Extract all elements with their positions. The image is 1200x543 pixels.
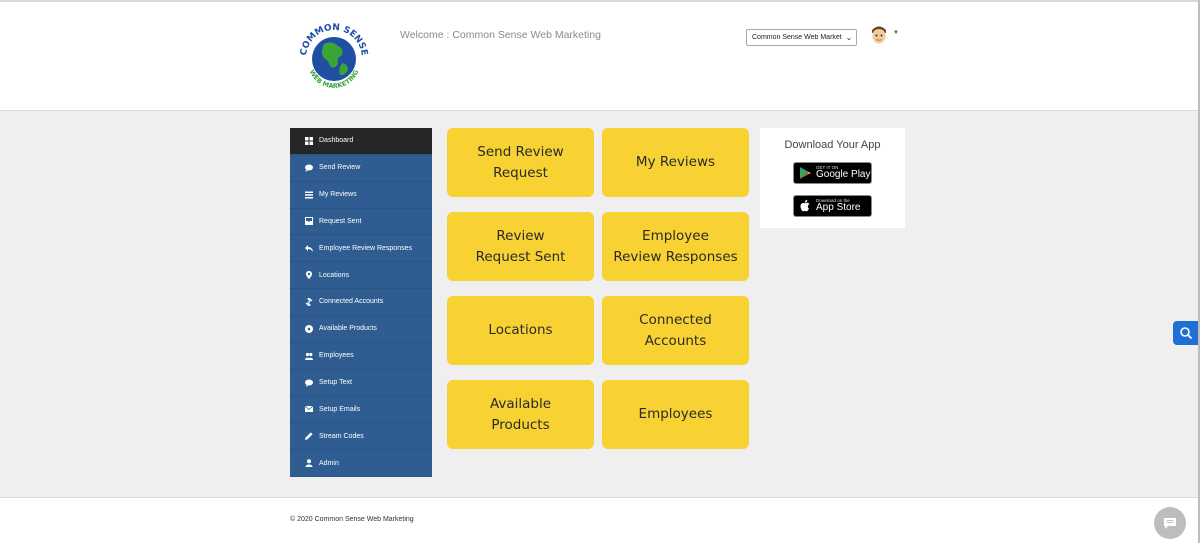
sidebar-item-label: Request Sent (319, 217, 362, 225)
copyright-text: © 2020 Common Sense Web Marketing (290, 516, 414, 523)
sidebar-item-label: Admin (319, 459, 339, 467)
sidebar-item-connected-accounts[interactable]: Connected Accounts (290, 289, 432, 316)
sidebar-item-my-reviews[interactable]: My Reviews (290, 182, 432, 209)
app-store-badge[interactable]: Download on the App Store (793, 195, 872, 217)
map-pin-icon (304, 270, 314, 280)
tile-employees[interactable]: Employees (602, 380, 749, 449)
tile-review-request-sent[interactable]: Review Request Sent (447, 212, 594, 281)
reply-icon (304, 243, 314, 253)
welcome-text: Welcome : Common Sense Web Marketing (400, 29, 601, 41)
tile-label: Connected Accounts (639, 311, 712, 349)
sidebar-item-label: Connected Accounts (319, 298, 384, 306)
sidebar-item-label: Employees (319, 352, 354, 360)
tile-connected-accounts[interactable]: Connected Accounts (602, 296, 749, 365)
sidebar-item-label: Locations (319, 271, 349, 279)
chat-button[interactable] (1154, 507, 1186, 539)
tile-employee-review-responses[interactable]: Employee Review Responses (602, 212, 749, 281)
dashboard-icon (304, 136, 314, 146)
list-icon (304, 190, 314, 200)
comment-icon (304, 378, 314, 388)
tile-label: Locations (488, 322, 553, 338)
chevron-down-icon: ⌄ (845, 33, 853, 42)
pencil-icon (304, 431, 314, 441)
sidebar-item-label: Employee Review Responses (319, 244, 412, 252)
sidebar-item-label: Setup Emails (319, 405, 361, 413)
sidebar-item-employee-review-responses[interactable]: Employee Review Responses (290, 235, 432, 263)
google-play-big: Google Play (816, 169, 871, 181)
tile-available-products[interactable]: Available Products (447, 380, 594, 449)
tile-my-reviews[interactable]: My Reviews (602, 128, 749, 197)
app-store-big: App Store (816, 202, 861, 214)
tile-label: Employee Review Responses (613, 227, 738, 265)
chat-bubble-icon (1164, 518, 1176, 529)
sidebar-item-request-sent[interactable]: Request Sent (290, 209, 432, 236)
footer: © 2020 Common Sense Web Marketing (0, 497, 1198, 543)
download-app-panel: Download Your App GET IT ON Google Play … (760, 128, 905, 228)
tile-send-review-request[interactable]: Send Review Request (447, 128, 594, 197)
sidebar-item-available-products[interactable]: Available Products (290, 316, 432, 343)
search-icon (1179, 327, 1192, 340)
apple-icon (800, 199, 810, 212)
link-icon (304, 297, 314, 307)
google-play-icon (800, 167, 811, 179)
sidebar-item-setup-emails[interactable]: Setup Emails (290, 396, 432, 424)
user-icon (304, 458, 314, 468)
google-play-badge[interactable]: GET IT ON Google Play (793, 162, 872, 184)
sidebar-item-label: Setup Text (319, 379, 352, 387)
sidebar-item-label: Available Products (319, 325, 377, 333)
company-logo[interactable]: COMMON SENSE WEB MARKETING (298, 18, 370, 98)
avatar[interactable] (869, 24, 889, 46)
account-select[interactable]: Common Sense Web Marketi ⌄ (746, 29, 857, 46)
users-icon (304, 351, 314, 361)
sidebar-item-stream-codes[interactable]: Stream Codes (290, 423, 432, 451)
download-app-title: Download Your App (784, 139, 881, 151)
product-icon (304, 324, 314, 334)
floating-search-button[interactable] (1173, 321, 1198, 345)
sidebar-item-setup-text[interactable]: Setup Text (290, 370, 432, 397)
inbox-icon (304, 216, 314, 226)
header: COMMON SENSE WEB MARKETING Welcome : Com… (0, 2, 1198, 111)
chat-icon (304, 163, 314, 173)
tile-label: My Reviews (635, 154, 716, 170)
sidebar-item-label: My Reviews (319, 191, 357, 199)
sidebar-item-admin[interactable]: Admin (290, 450, 432, 477)
sidebar-item-label: Send Review (319, 164, 361, 172)
tile-label: Available Products (489, 395, 552, 433)
sidebar-item-employees[interactable]: Employees (290, 343, 432, 370)
envelope-icon (304, 404, 314, 414)
sidebar-item-send-review[interactable]: Send Review (290, 155, 432, 182)
tile-label: Employees (638, 406, 713, 422)
sidebar-item-label: Dashboard (319, 137, 354, 145)
sidebar-item-label: Stream Codes (319, 432, 364, 440)
tile-label: Review Request Sent (475, 227, 566, 265)
tile-label: Send Review Request (477, 143, 564, 181)
account-select-value: Common Sense Web Marketi (752, 34, 842, 41)
avatar-caret-icon[interactable]: ▼ (893, 30, 899, 36)
sidebar-item-locations[interactable]: Locations (290, 262, 432, 290)
sidebar-item-dashboard[interactable]: Dashboard (290, 128, 432, 155)
tile-locations[interactable]: Locations (447, 296, 594, 365)
sidebar: Dashboard Send Review My Reviews Request Se… (290, 128, 432, 477)
